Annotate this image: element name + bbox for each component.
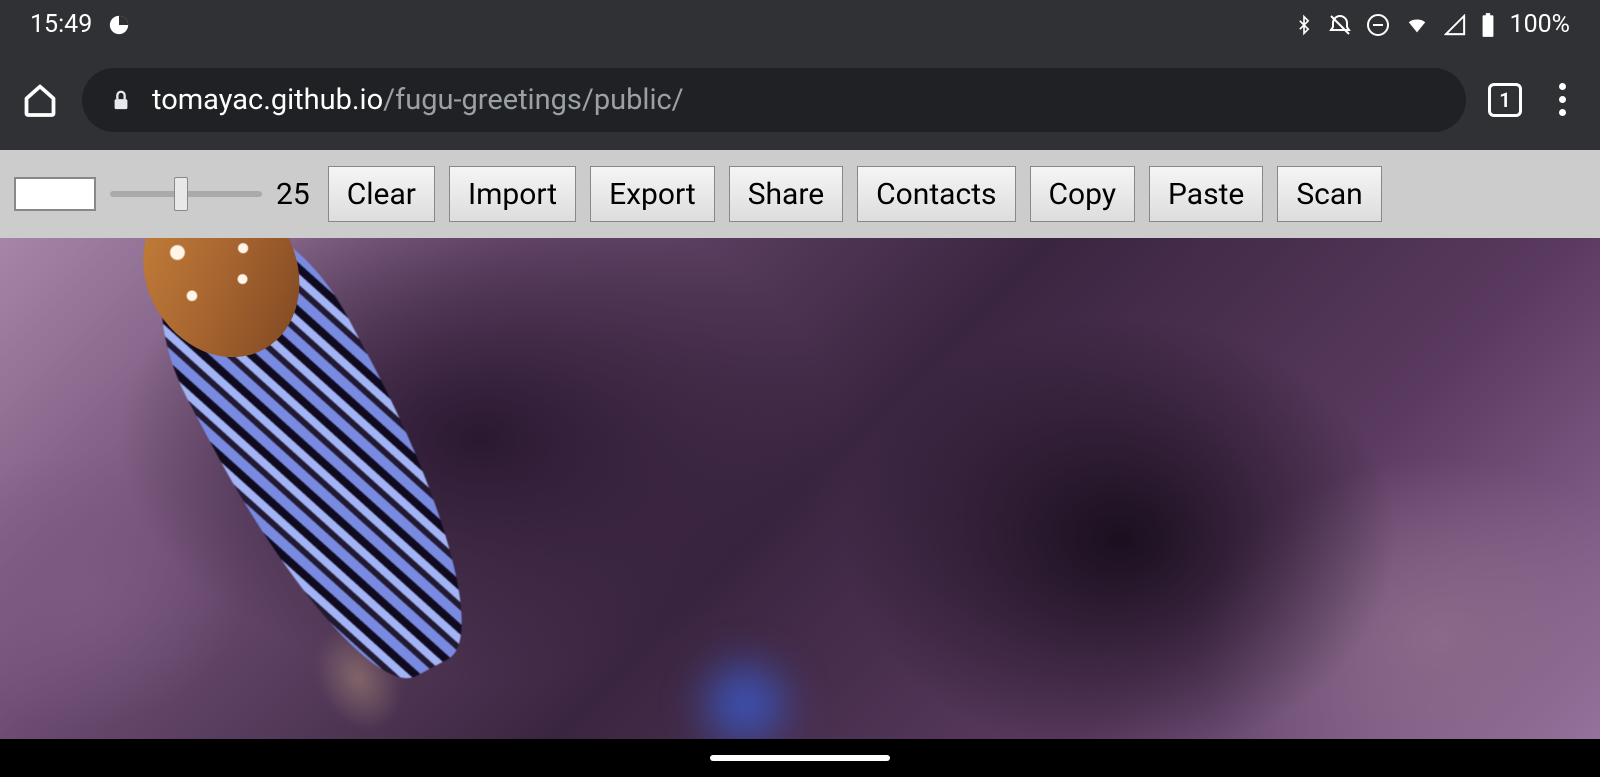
status-right: 100% [1294, 10, 1570, 39]
import-button[interactable]: Import [449, 166, 576, 222]
contacts-button[interactable]: Contacts [857, 166, 1015, 222]
copy-button[interactable]: Copy [1030, 166, 1136, 222]
clock-text: 15:49 [30, 10, 92, 39]
url-host: tomayac.github.io [152, 83, 383, 117]
app-toolbar: 25 Clear Import Export Share Contacts Co… [0, 150, 1600, 238]
tab-switcher-button[interactable]: 1 [1488, 83, 1522, 117]
bluetooth-icon [1294, 12, 1314, 38]
canvas-area[interactable] [0, 238, 1600, 739]
status-left: 15:49 [30, 10, 130, 39]
home-button[interactable] [20, 80, 60, 120]
brush-size-slider[interactable] [110, 188, 262, 200]
canvas-image [3, 238, 628, 739]
battery-percent: 100% [1510, 10, 1570, 39]
clear-button[interactable]: Clear [328, 166, 435, 222]
android-nav-bar [0, 739, 1600, 777]
scan-button[interactable]: Scan [1277, 166, 1381, 222]
share-button[interactable]: Share [729, 166, 843, 222]
tab-count-value: 1 [1499, 88, 1510, 112]
mute-icon [1328, 13, 1352, 37]
battery-icon [1480, 12, 1496, 38]
url-path: /fugu-greetings/public/ [383, 83, 684, 117]
browser-toolbar: tomayac.github.io/fugu-greetings/public/… [0, 49, 1600, 150]
url-display: tomayac.github.io/fugu-greetings/public/ [152, 83, 684, 117]
brush-size-value: 25 [276, 177, 310, 212]
export-button[interactable]: Export [590, 166, 715, 222]
lock-icon [110, 87, 132, 113]
overflow-menu-button[interactable] [1544, 73, 1580, 126]
dnd-icon [1366, 13, 1390, 37]
signal-icon [1444, 14, 1466, 36]
address-bar[interactable]: tomayac.github.io/fugu-greetings/public/ [82, 68, 1466, 132]
paste-button[interactable]: Paste [1149, 166, 1263, 222]
android-status-bar: 15:49 100% [0, 0, 1600, 49]
data-saver-icon [108, 14, 130, 36]
wifi-icon [1404, 14, 1430, 36]
gesture-pill[interactable] [710, 755, 890, 761]
color-picker[interactable] [14, 177, 96, 211]
